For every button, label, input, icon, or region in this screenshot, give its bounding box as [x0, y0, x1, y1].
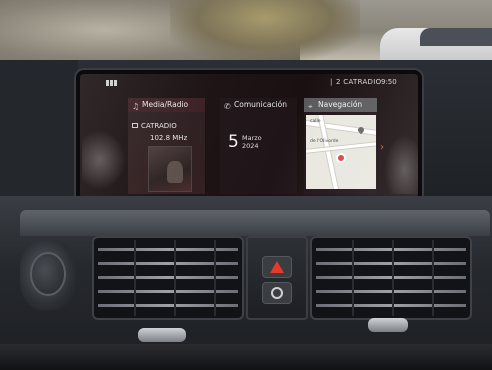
- center-control-panel: [246, 236, 308, 320]
- central-lock-button[interactable]: [262, 282, 292, 304]
- communication-tile[interactable]: ✆ Comunicación 5 Marzo 2024: [220, 98, 298, 194]
- scene: | 2 CATRADIO 9:50 ♫ Media/Radio CATRADIO…: [0, 0, 492, 370]
- date-month: Marzo: [242, 134, 262, 142]
- signal-icon: [106, 80, 118, 86]
- status-time: 9:50: [381, 78, 397, 86]
- infotainment-screen: | 2 CATRADIO 9:50 ♫ Media/Radio CATRADIO…: [80, 74, 418, 198]
- lock-icon: [271, 287, 283, 299]
- media-frequency: 102.8 MHz: [150, 134, 188, 142]
- dashboard-trim: [20, 210, 490, 236]
- navigation-tile[interactable]: ⌖ Navegación calle de l'Olivorde: [304, 98, 378, 194]
- screen-glare: [384, 134, 418, 194]
- hazard-warning-icon: [270, 261, 284, 273]
- media-source: CATRADIO: [132, 122, 177, 130]
- air-vent-right[interactable]: [310, 236, 472, 320]
- station-artwork: [148, 146, 192, 192]
- date-year: 2024: [242, 142, 259, 150]
- navigation-header: ⌖ Navegación: [304, 98, 377, 112]
- map-pin-icon: ⌖: [308, 102, 313, 111]
- media-radio-header: ♫ Media/Radio: [128, 98, 205, 112]
- chevron-right-icon[interactable]: ›: [380, 142, 384, 153]
- parked-car-window: [420, 28, 492, 46]
- bottom-trim: [0, 344, 492, 370]
- communication-title: Comunicación: [234, 100, 287, 109]
- navigation-title: Navegación: [318, 100, 363, 109]
- media-source-label: CATRADIO: [141, 122, 177, 130]
- status-bar: | 2 CATRADIO 9:50: [80, 74, 418, 92]
- status-separator: |: [330, 78, 333, 86]
- music-note-icon: ♫: [132, 102, 140, 111]
- media-radio-title: Media/Radio: [142, 100, 189, 109]
- communication-header: ✆ Comunicación: [220, 98, 297, 112]
- date-day: 5: [228, 132, 239, 152]
- screen-glare: [82, 130, 126, 190]
- navigation-map[interactable]: calle de l'Olivorde: [306, 115, 376, 189]
- air-vent-left[interactable]: [92, 236, 244, 320]
- vehicle-position-icon: [336, 153, 346, 163]
- map-street-label: calle: [310, 119, 321, 124]
- status-station: 2 CATRADIO: [336, 78, 382, 86]
- hazard-button[interactable]: [262, 256, 292, 278]
- map-street-label: de l'Olivorde: [310, 139, 339, 144]
- vent-thumbwheel-left[interactable]: [138, 328, 186, 342]
- dashboard-left: [0, 60, 78, 200]
- phone-icon: ✆: [224, 102, 231, 111]
- left-dash-knob: [30, 252, 66, 296]
- vent-thumbwheel-right[interactable]: [368, 318, 408, 332]
- radio-icon: [132, 123, 138, 128]
- media-radio-tile[interactable]: ♫ Media/Radio CATRADIO 102.8 MHz: [128, 98, 206, 194]
- dry-grass: [170, 0, 360, 60]
